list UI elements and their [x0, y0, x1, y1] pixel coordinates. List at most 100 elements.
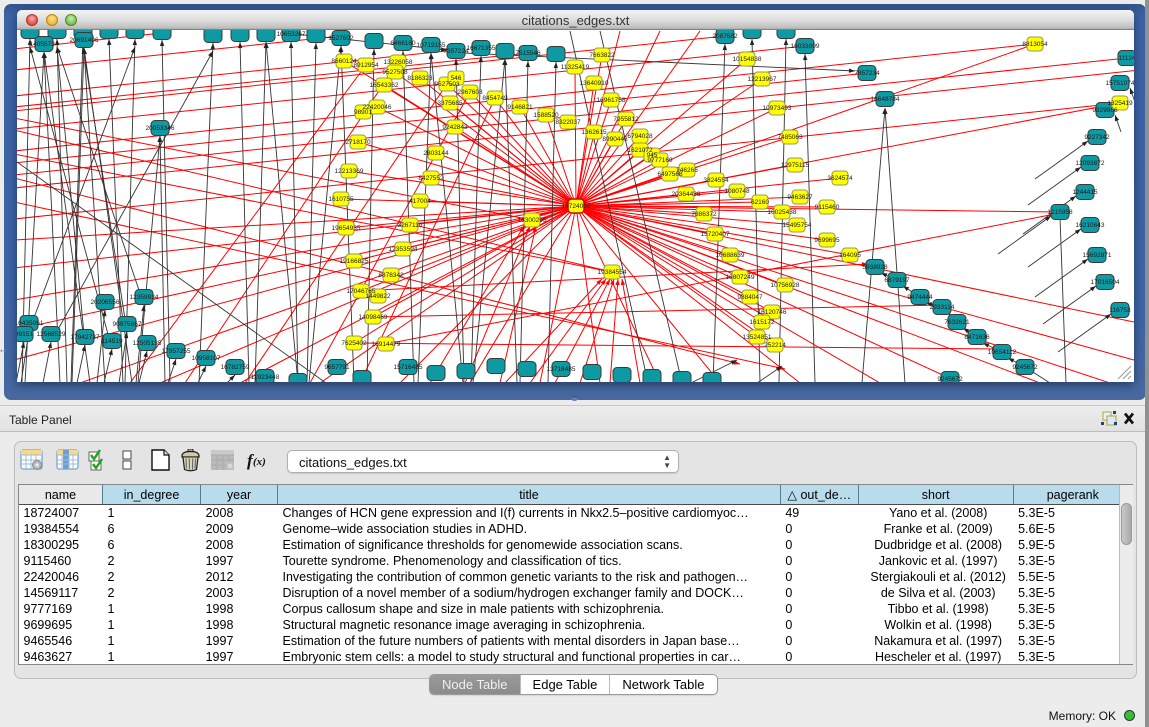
svg-text:16782759: 16782759 — [221, 364, 250, 371]
svg-text:9527503: 9527503 — [434, 81, 460, 88]
svg-text:3824554: 3824554 — [703, 177, 729, 184]
svg-text:12093872: 12093872 — [1076, 160, 1105, 167]
svg-text:8427552: 8427552 — [418, 175, 444, 182]
svg-text:15692871: 15692871 — [1083, 252, 1112, 259]
svg-text:15751074: 15751074 — [1106, 80, 1134, 87]
svg-text:9657791: 9657791 — [324, 364, 350, 371]
svg-text:7857234: 7857234 — [854, 70, 880, 77]
svg-text:13716485: 13716485 — [547, 366, 576, 373]
svg-text:8990448: 8990448 — [602, 136, 628, 143]
svg-text:20364436: 20364436 — [672, 191, 701, 198]
svg-text:14098469: 14098469 — [359, 314, 388, 321]
svg-text:2718170: 2718170 — [345, 139, 371, 146]
svg-text:10653267: 10653267 — [277, 31, 306, 38]
svg-text:7515546: 7515546 — [515, 50, 541, 57]
svg-text:18807249: 18807249 — [726, 274, 755, 281]
svg-text:7955812: 7955812 — [613, 116, 639, 123]
svg-text:16435061: 16435061 — [17, 320, 44, 327]
svg-text:8322037: 8322037 — [555, 119, 581, 126]
svg-text:1615172: 1615172 — [749, 319, 775, 326]
svg-text:9884047: 9884047 — [737, 294, 763, 301]
svg-text:417004: 417004 — [409, 198, 431, 205]
svg-text:8878342: 8878342 — [378, 272, 404, 279]
svg-text:12359934: 12359934 — [130, 294, 159, 301]
svg-text:3375685: 3375685 — [437, 100, 463, 107]
svg-text:10973493: 10973493 — [763, 105, 792, 112]
svg-text:13640910: 13640910 — [580, 80, 609, 87]
svg-text:1610755: 1610755 — [328, 196, 354, 203]
svg-text:1244415: 1244415 — [1072, 189, 1098, 196]
svg-text:9245672: 9245672 — [1012, 364, 1038, 371]
svg-text:10688639: 10688639 — [716, 252, 745, 259]
svg-text:13226058: 13226058 — [384, 59, 413, 66]
svg-text:1362615: 1362615 — [581, 129, 607, 136]
svg-text:5938928: 5938928 — [862, 264, 888, 271]
svg-text:7886372: 7886372 — [691, 211, 717, 218]
svg-text:9242843: 9242843 — [442, 124, 468, 131]
svg-text:1080748: 1080748 — [724, 188, 750, 195]
svg-text:12975115: 12975115 — [781, 162, 810, 169]
svg-text:19654935: 19654935 — [332, 225, 361, 232]
svg-text:90975867: 90975867 — [113, 321, 142, 328]
svg-text:11124: 11124 — [1118, 55, 1134, 62]
svg-text:20206556: 20206556 — [91, 299, 120, 306]
svg-text:16210643: 16210643 — [1076, 222, 1105, 229]
svg-text:7357224: 7357224 — [443, 48, 469, 55]
svg-text:10958107: 10958107 — [192, 355, 221, 362]
svg-text:1215958: 1215958 — [1047, 209, 1073, 216]
svg-text:12213369: 12213369 — [335, 168, 364, 175]
svg-text:7485063: 7485063 — [777, 134, 803, 141]
svg-text:16543362: 16543362 — [370, 82, 399, 89]
svg-text:17016504: 17016504 — [1091, 279, 1120, 286]
svg-text:11325419: 11325419 — [561, 64, 590, 71]
svg-text:16914479: 16914479 — [372, 341, 401, 348]
svg-text:12213967: 12213967 — [748, 76, 777, 83]
svg-text:114519: 114519 — [101, 338, 123, 345]
svg-text:10756928: 10756928 — [771, 282, 800, 289]
svg-text:746266: 746266 — [676, 167, 698, 174]
svg-text:15495754: 15495754 — [783, 222, 812, 229]
svg-text:13524851: 13524851 — [743, 334, 772, 341]
svg-text:16120746: 16120746 — [758, 309, 787, 316]
svg-text:1449822: 1449822 — [365, 293, 391, 300]
svg-text:20053346: 20053346 — [146, 125, 175, 132]
svg-text:9115460: 9115460 — [815, 204, 840, 211]
svg-text:12505135: 12505135 — [133, 340, 162, 347]
svg-text:12568529: 12568529 — [37, 331, 66, 338]
svg-text:12353594: 12353594 — [389, 246, 418, 253]
svg-text:8912954: 8912954 — [353, 62, 379, 69]
svg-text:16961758: 16961758 — [597, 97, 626, 104]
svg-text:9146821: 9146821 — [507, 104, 533, 111]
svg-text:8471636: 8471636 — [964, 334, 990, 341]
svg-text:6879197: 6879197 — [884, 277, 910, 284]
svg-text:15720407: 15720407 — [701, 231, 730, 238]
svg-text:252214: 252214 — [764, 342, 786, 349]
svg-text:7632621: 7632621 — [944, 319, 970, 326]
svg-text:18300295: 18300295 — [518, 217, 547, 224]
svg-text:9463627: 9463627 — [787, 194, 813, 201]
svg-text:6466160: 6466160 — [390, 40, 416, 47]
svg-text:11923448: 11923448 — [251, 374, 280, 381]
svg-text:546: 546 — [451, 75, 462, 82]
svg-text:19166825: 19166825 — [340, 258, 369, 265]
svg-text:17957255: 17957255 — [162, 348, 191, 355]
svg-text:7663822: 7663822 — [589, 52, 615, 59]
svg-text:2933114: 2933114 — [930, 304, 955, 311]
svg-text:17942737: 17942737 — [71, 334, 100, 341]
svg-text:16033809: 16033809 — [791, 43, 820, 50]
svg-text:9474444: 9474444 — [907, 294, 933, 301]
svg-text:8454749: 8454749 — [482, 95, 508, 102]
svg-text:1588520: 1588520 — [533, 112, 559, 119]
svg-text:10025438: 10025438 — [768, 209, 797, 216]
svg-text:10654112: 10654112 — [988, 349, 1017, 356]
svg-text:8813054: 8813054 — [1022, 41, 1048, 48]
svg-text:116753: 116753 — [1109, 307, 1131, 314]
svg-text:3267110: 3267110 — [398, 222, 423, 229]
svg-text:19384554: 19384554 — [598, 269, 627, 276]
svg-text:9527508: 9527508 — [382, 69, 408, 76]
svg-text:1527602: 1527602 — [328, 35, 354, 42]
svg-text:8186323: 8186323 — [407, 75, 433, 82]
svg-text:(x): (x) — [253, 456, 266, 468]
svg-text:2967608: 2967608 — [457, 89, 483, 96]
svg-text:3624574: 3624574 — [827, 175, 853, 182]
